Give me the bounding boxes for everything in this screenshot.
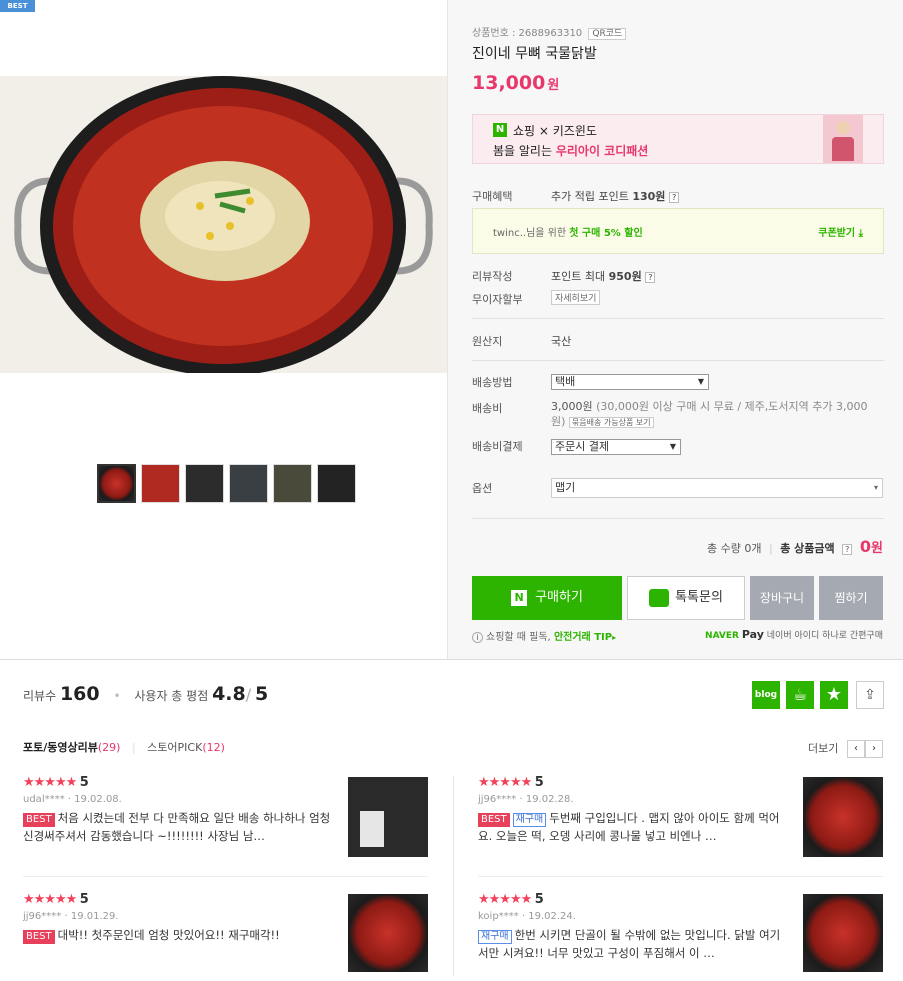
talk-inquiry-button[interactable]: 톡톡문의 [627,576,745,620]
prev-arrow-icon[interactable]: ‹ [847,740,865,758]
cafe-share-button[interactable]: ☕ [786,681,814,709]
coupon-download-button[interactable]: 쿠폰받기 ⤓ [818,224,863,239]
repurchase-tag: 재구매 [512,813,547,827]
naver-n-icon: N [493,123,507,137]
review-count: 160 [59,683,100,705]
wishlist-button[interactable]: 찜하기 [819,576,883,620]
review-score: 4.8 [212,683,246,705]
naver-n-icon: N [511,589,528,606]
installment-detail-button[interactable]: 자세히보기 [551,290,601,305]
total-help-icon[interactable]: ? [842,544,853,555]
chevron-down-icon: ▼ [669,442,676,451]
rating-stars: ★★★★★ [23,775,77,790]
product-info-panel: 상품번호 : 2688963310 QR코드 진이네 무뼈 국물닭발 13,00… [447,0,903,660]
total-amount: 0 [859,537,872,556]
star-icon: ★ [825,684,843,705]
next-arrow-icon[interactable]: › [865,740,883,758]
review-photo[interactable] [803,777,883,857]
kidswindow-banner[interactable]: N 쇼핑 × 키즈윈도 봄을 알리는 우리아이 코디패션 [472,114,884,164]
option-select[interactable]: 맵기 ▾ [551,478,883,498]
review-card[interactable]: ★★★★★ 5 udal**** · 19.02.08. BEST 처음 시켰는데… [23,775,428,865]
product-title: 진이네 무뼈 국물닭발 [472,46,597,62]
product-no: 2688963310 [518,28,583,39]
chevron-down-icon: ▾ [873,483,878,492]
thumbnail-5[interactable] [273,464,312,503]
thumbnail-strip [97,464,356,503]
best-tag: BEST [23,930,55,944]
total-summary: 총 수량 0개 | 총 상품금액 ? 0원 [707,537,883,556]
thumbnail-4[interactable] [229,464,268,503]
rating-stars: ★★★★★ [478,892,532,907]
review-photo[interactable] [348,777,428,857]
coupon-box: twinc..님을 위한 첫 구매 5% 할인 쿠폰받기 ⤓ [472,208,884,254]
product-main-image [0,76,447,373]
product-no-label: 상품번호 : [472,28,516,39]
origin-value: 국산 [551,335,572,348]
bundle-shipping-button[interactable]: 묶음배송 가능상품 보기 [568,417,654,428]
rating-stars: ★★★★★ [23,892,77,907]
blog-icon: blog [754,690,778,700]
best-tag: BEST [478,813,510,827]
option-label: 옵션 [472,482,493,495]
total-qty: 총 수량 0개 [707,542,762,555]
shipping-fee: 3,000원 [551,400,593,413]
best-badge: BEST [0,0,35,12]
blog-share-button[interactable]: blog [752,681,780,709]
shipping-method-label: 배송방법 [472,376,513,389]
shipping-fee-label: 배송비 [472,402,503,415]
tab-store-pick[interactable]: 스토어PICK(12) [147,741,225,754]
naver-pay-note: NAVER Pay 네이버 아이디 하나로 간편구매 [705,628,883,641]
review-summary: 리뷰수 160 • 사용자 총 평점 4.8/ 5 [23,683,269,705]
thumbnail-6[interactable] [317,464,356,503]
shipping-method-select[interactable]: 택배 ▼ [551,374,709,390]
chevron-down-icon: ▼ [697,377,704,386]
origin-label: 원산지 [472,335,503,348]
review-write-label: 리뷰작성 [472,270,513,283]
repurchase-tag: 재구매 [478,930,512,944]
benefit-help-icon[interactable]: ? [668,192,680,203]
rating-stars: ★★★★★ [478,775,532,790]
shipping-pay-select[interactable]: 주문시 결제 ▼ [551,439,681,455]
best-tag: BEST [23,813,55,827]
review-help-icon[interactable]: ? [645,272,656,283]
tab-photo-video-review[interactable]: 포토/동영상리뷰(29) [23,741,120,754]
info-icon: i [472,632,483,643]
download-icon: ⤓ [858,228,863,239]
product-price: 13,000 원 [472,72,560,94]
review-photo[interactable] [348,894,428,972]
share-button[interactable]: ⇪ [856,681,884,709]
share-icon: ⇪ [864,687,876,703]
buy-button[interactable]: N 구매하기 [472,576,622,620]
bookmark-star-button[interactable]: ★ [820,681,848,709]
more-link[interactable]: 더보기 [808,740,838,756]
thumbnail-1[interactable] [97,464,136,503]
thumbnail-3[interactable] [185,464,224,503]
shipping-pay-label: 배송비결제 [472,440,523,453]
kid-model-image [823,115,863,163]
review-card[interactable]: ★★★★★ 5 koip**** · 19.02.24. 재구매 한번 시키면 단… [478,892,883,977]
benefit-label: 구매혜택 [472,190,513,203]
safe-trade-tip-link[interactable]: 안전거래 TIP▸ [554,632,616,643]
review-card[interactable]: ★★★★★ 5 jj96**** · 19.01.29. BEST 대박!! 첫주… [23,892,428,977]
review-photo[interactable] [803,894,883,972]
thumbnail-2[interactable] [141,464,180,503]
qr-code-button[interactable]: QR코드 [588,28,627,40]
installment-label: 무이자할부 [472,293,523,306]
cart-button[interactable]: 장바구니 [750,576,814,620]
review-card[interactable]: ★★★★★ 5 jj96**** · 19.02.28. BEST 재구매 두번째 … [478,775,883,865]
chat-bubble-icon [649,588,670,607]
cafe-cup-icon: ☕ [792,685,808,704]
